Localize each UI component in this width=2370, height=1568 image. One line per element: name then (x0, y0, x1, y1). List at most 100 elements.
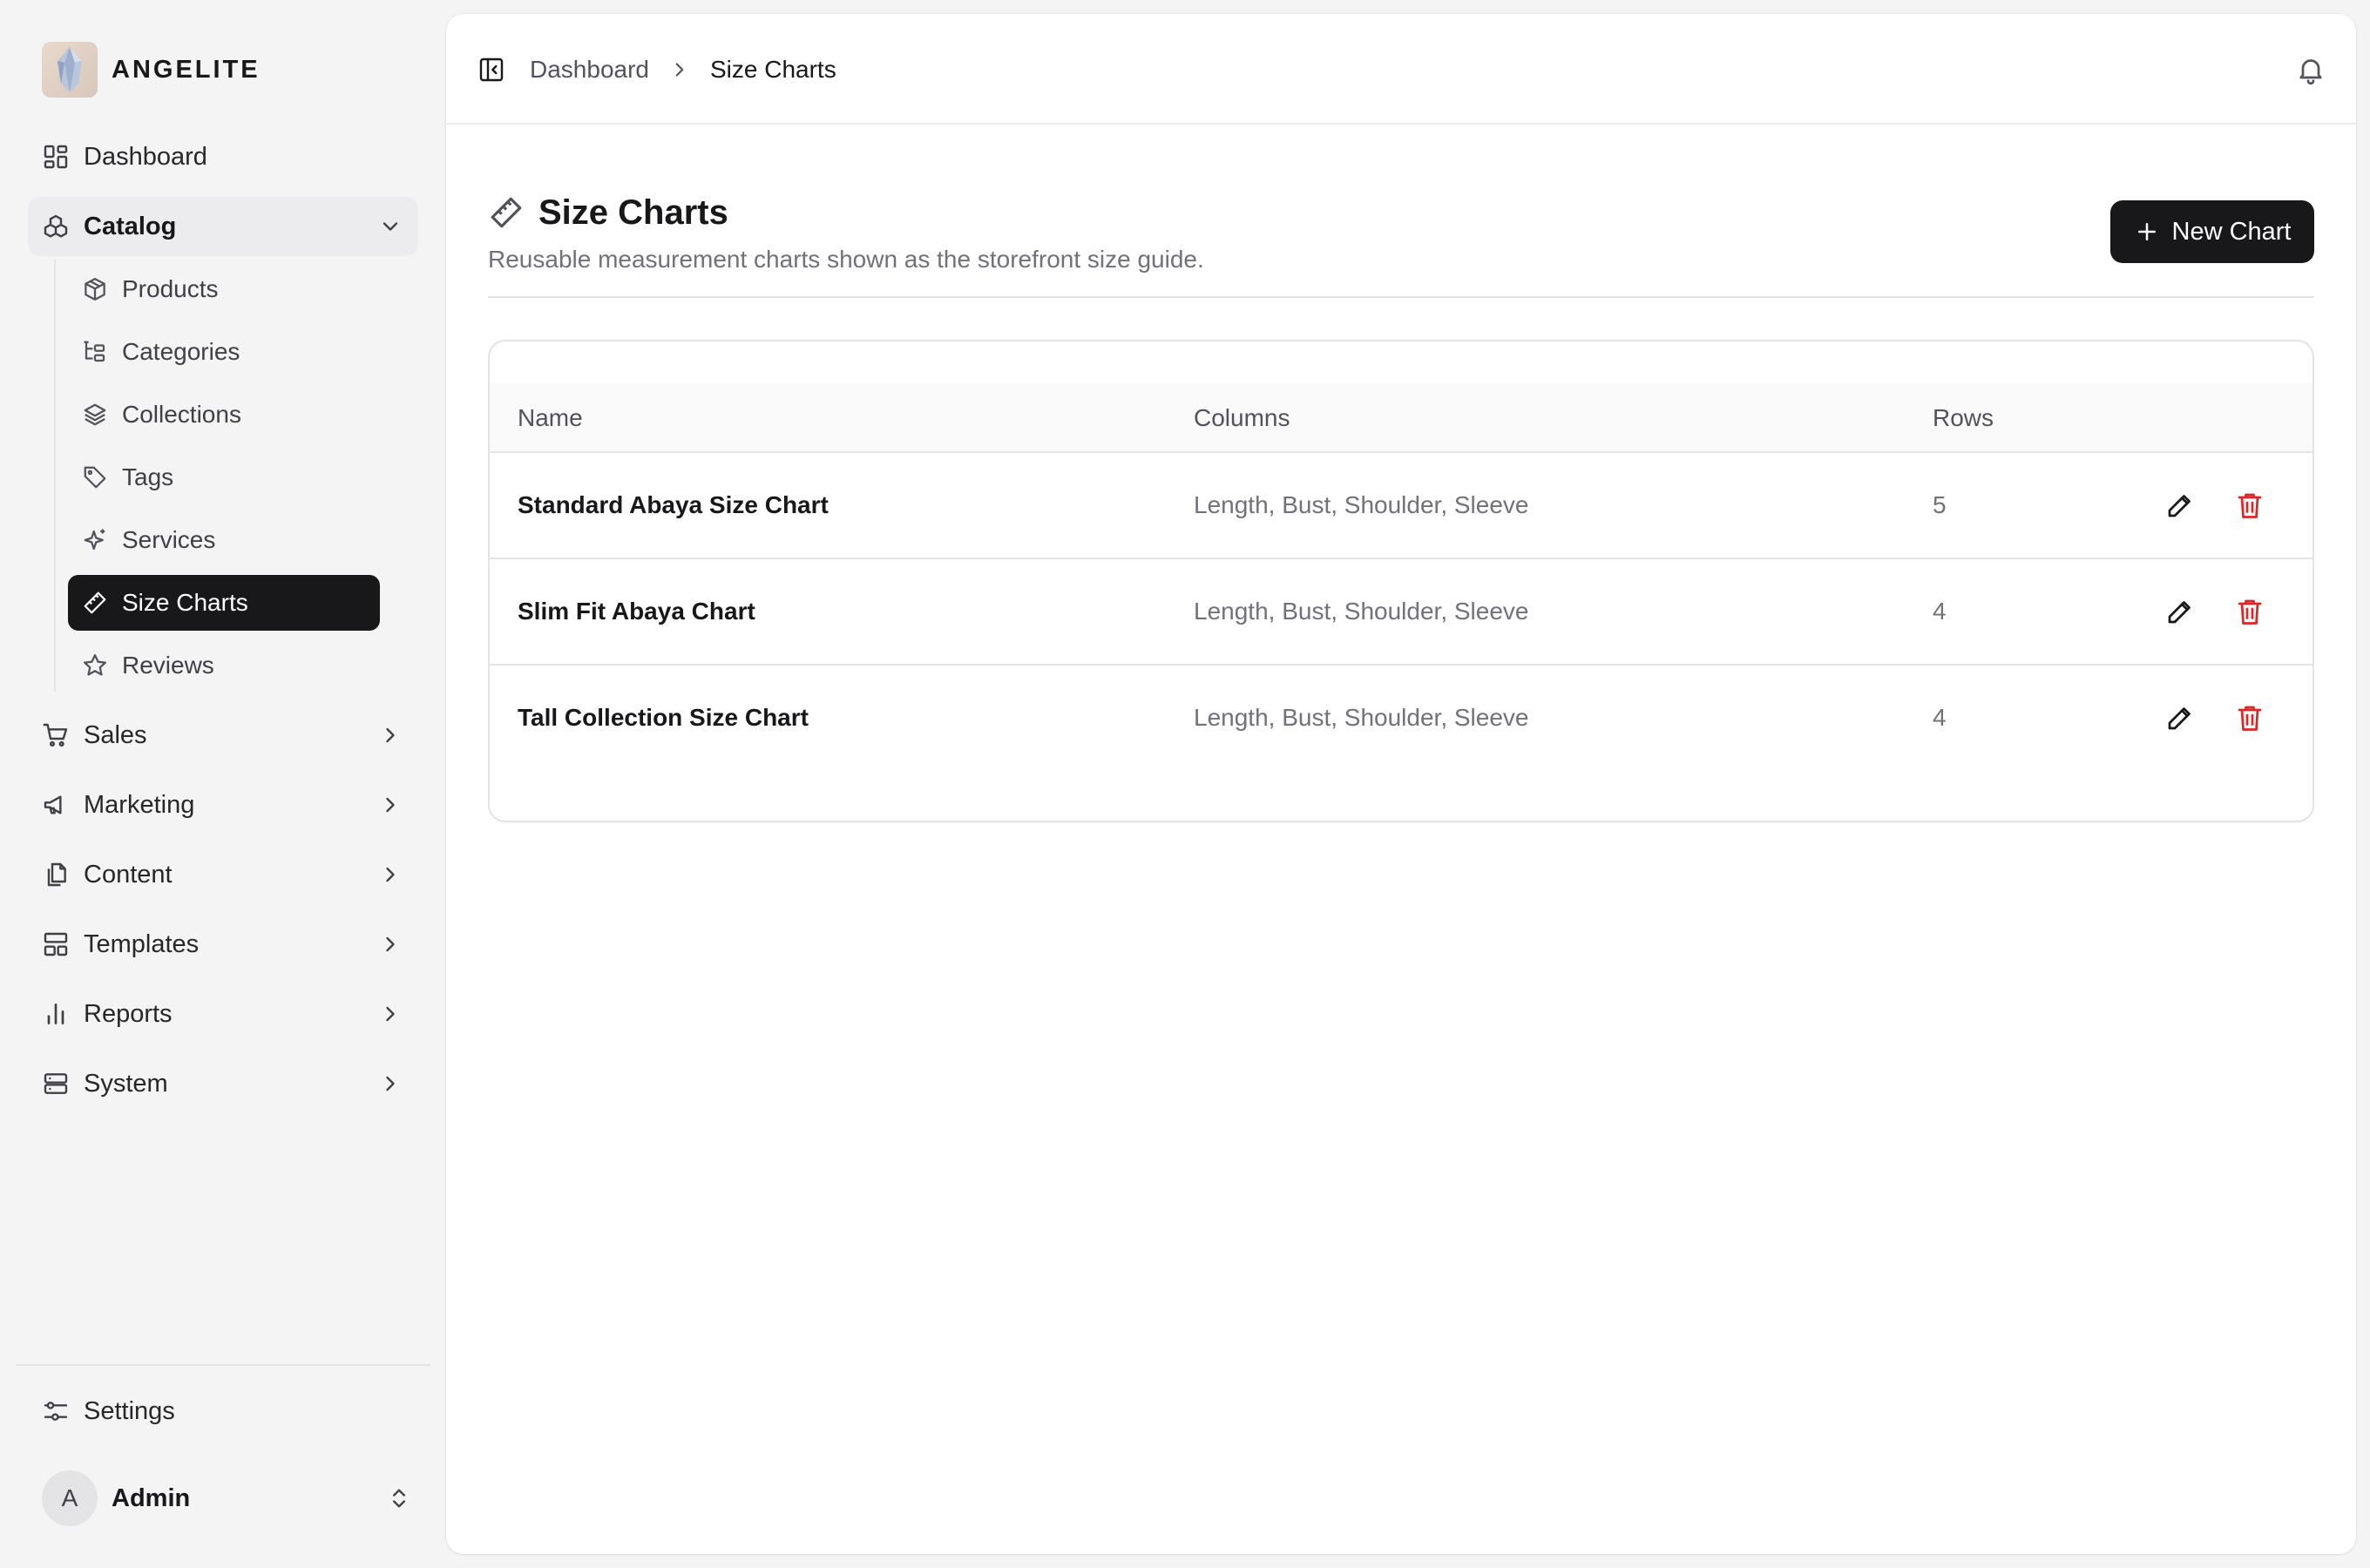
sidebar-item-tags[interactable]: Tags (68, 449, 380, 505)
brand[interactable]: ANGELITE (42, 42, 261, 98)
trash-icon[interactable] (2234, 490, 2265, 521)
chevron-right-icon (386, 797, 395, 813)
chart-row-count: 5 (1933, 491, 1947, 518)
breadcrumb-current: Size Charts (709, 56, 836, 83)
sidebar-item-label: Services (122, 526, 216, 553)
dashboard-icon (44, 145, 68, 169)
sidebar-item-services[interactable]: Services (68, 512, 380, 568)
trash-icon[interactable] (2234, 702, 2265, 733)
top-bar: Dashboard Size Charts (446, 14, 2356, 125)
sidebar-item-catalog[interactable]: Catalog (28, 197, 418, 256)
column-header-columns[interactable]: Columns (1194, 383, 1290, 453)
subnav-guide-line (54, 260, 56, 692)
cart-icon (43, 723, 68, 747)
sidebar-item-collections[interactable]: Collections (68, 387, 380, 443)
new-chart-button-label: New Chart (2171, 217, 2292, 246)
sidebar: ANGELITE Dashboard Catalog Products Cate… (0, 0, 446, 1568)
chevron-right-icon (386, 936, 395, 952)
star-icon (84, 654, 106, 676)
chart-name[interactable]: Slim Fit Abaya Chart (518, 559, 755, 664)
megaphone-icon (44, 795, 62, 814)
sidebar-item-label: Sales (84, 720, 147, 749)
chart-columns: Length, Bust, Shoulder, Sleeve (1194, 598, 1529, 625)
sidebar-item-label: Collections (122, 401, 241, 428)
sidebar-item-content[interactable]: Content (28, 845, 418, 904)
sidebar-item-label: Templates (84, 929, 200, 958)
sidebar-item-settings[interactable]: Settings (28, 1382, 418, 1441)
chevrons-up-down-icon (393, 1489, 405, 1508)
breadcrumb-dashboard[interactable]: Dashboard (530, 56, 649, 84)
column-header-name[interactable]: Name (518, 383, 583, 453)
new-chart-button[interactable]: New Chart (2110, 200, 2314, 263)
tree-icon (84, 341, 105, 362)
chevron-right-icon (386, 867, 395, 882)
edit-icon[interactable] (2164, 490, 2196, 521)
sparkles-icon (84, 529, 105, 551)
chevron-right-icon (386, 1006, 395, 1022)
breadcrumb: Dashboard Size Charts (530, 51, 836, 89)
chart-columns: Length, Bust, Shoulder, Sleeve (1194, 491, 1529, 518)
edit-icon[interactable] (2164, 702, 2196, 733)
table-row[interactable]: Slim Fit Abaya Chart Length, Bust, Shoul… (490, 559, 2312, 666)
table-row[interactable]: Tall Collection Size Chart Length, Bust,… (490, 666, 2312, 772)
ruler-icon (491, 197, 522, 228)
sidebar-item-dashboard[interactable]: Dashboard (28, 127, 418, 186)
chart-columns: Length, Bust, Shoulder, Sleeve (1194, 704, 1529, 731)
sidebar-item-label: Marketing (84, 790, 195, 819)
app-root: ANGELITE Dashboard Catalog Products Cate… (0, 0, 2370, 1568)
catalog-icon (44, 214, 68, 238)
sidebar-divider (16, 1364, 430, 1366)
sidebar-item-sales[interactable]: Sales (28, 706, 418, 765)
files-icon (47, 862, 66, 887)
sidebar-item-reports[interactable]: Reports (28, 984, 418, 1044)
edit-icon[interactable] (2164, 596, 2196, 627)
sidebar-item-label: Catalog (84, 212, 177, 240)
sidebar-item-label: Reports (84, 999, 173, 1028)
layout-icon (44, 932, 68, 956)
sidebar-item-size-charts[interactable]: Size Charts (68, 575, 380, 631)
bell-icon[interactable] (2295, 54, 2326, 85)
sidebar-item-products[interactable]: Products (68, 261, 380, 317)
sidebar-item-label: Categories (122, 338, 240, 365)
avatar: A (42, 1470, 98, 1526)
sidebar-item-label: Reviews (122, 652, 214, 679)
page-subtitle: Reusable measurement charts shown as the… (488, 246, 1204, 273)
tag-icon (84, 466, 106, 489)
sidebar-item-templates[interactable]: Templates (28, 915, 418, 974)
ruler-icon (84, 591, 106, 614)
sidebar-item-label: Content (84, 860, 173, 889)
table-header: Name Columns Rows (490, 383, 2312, 453)
sidebar-item-system[interactable]: System (28, 1054, 418, 1113)
chevron-right-icon (675, 63, 684, 77)
chart-name[interactable]: Standard Abaya Size Chart (518, 453, 829, 558)
sidebar-item-label: Size Charts (122, 589, 248, 616)
chart-name[interactable]: Tall Collection Size Chart (518, 666, 809, 770)
trash-icon[interactable] (2234, 596, 2265, 627)
main-panel: Dashboard Size Charts Size Charts Reusab… (446, 14, 2356, 1554)
sidebar-item-label: Products (122, 275, 219, 302)
user-menu[interactable]: A Admin (42, 1470, 411, 1526)
page-title: Size Charts (538, 193, 728, 232)
chevron-down-icon (383, 222, 398, 231)
sidebar-toggle-icon[interactable] (477, 56, 505, 84)
sidebar-item-marketing[interactable]: Marketing (28, 775, 418, 835)
chevron-right-icon (386, 1076, 395, 1092)
layers-icon (84, 403, 106, 426)
brand-logo (42, 42, 98, 98)
table-row[interactable]: Standard Abaya Size Chart Length, Bust, … (490, 453, 2312, 559)
column-header-rows[interactable]: Rows (1933, 383, 1994, 453)
sidebar-item-reviews[interactable]: Reviews (68, 638, 380, 693)
sidebar-item-label: Settings (84, 1396, 175, 1425)
server-icon (44, 1073, 68, 1094)
chart-row-count: 4 (1933, 704, 1947, 731)
page-header: Size Charts Reusable measurement charts … (488, 188, 2314, 274)
brand-name: ANGELITE (112, 55, 261, 84)
bar-chart-icon (47, 1004, 64, 1024)
sidebar-item-categories[interactable]: Categories (68, 324, 380, 380)
plus-icon (2137, 223, 2156, 240)
sidebar-item-label: Dashboard (84, 142, 207, 171)
header-divider (488, 296, 2314, 298)
chevron-right-icon (386, 727, 395, 743)
size-charts-table: Name Columns Rows Standard Abaya Size Ch… (488, 340, 2314, 822)
chart-row-count: 4 (1933, 598, 1947, 625)
